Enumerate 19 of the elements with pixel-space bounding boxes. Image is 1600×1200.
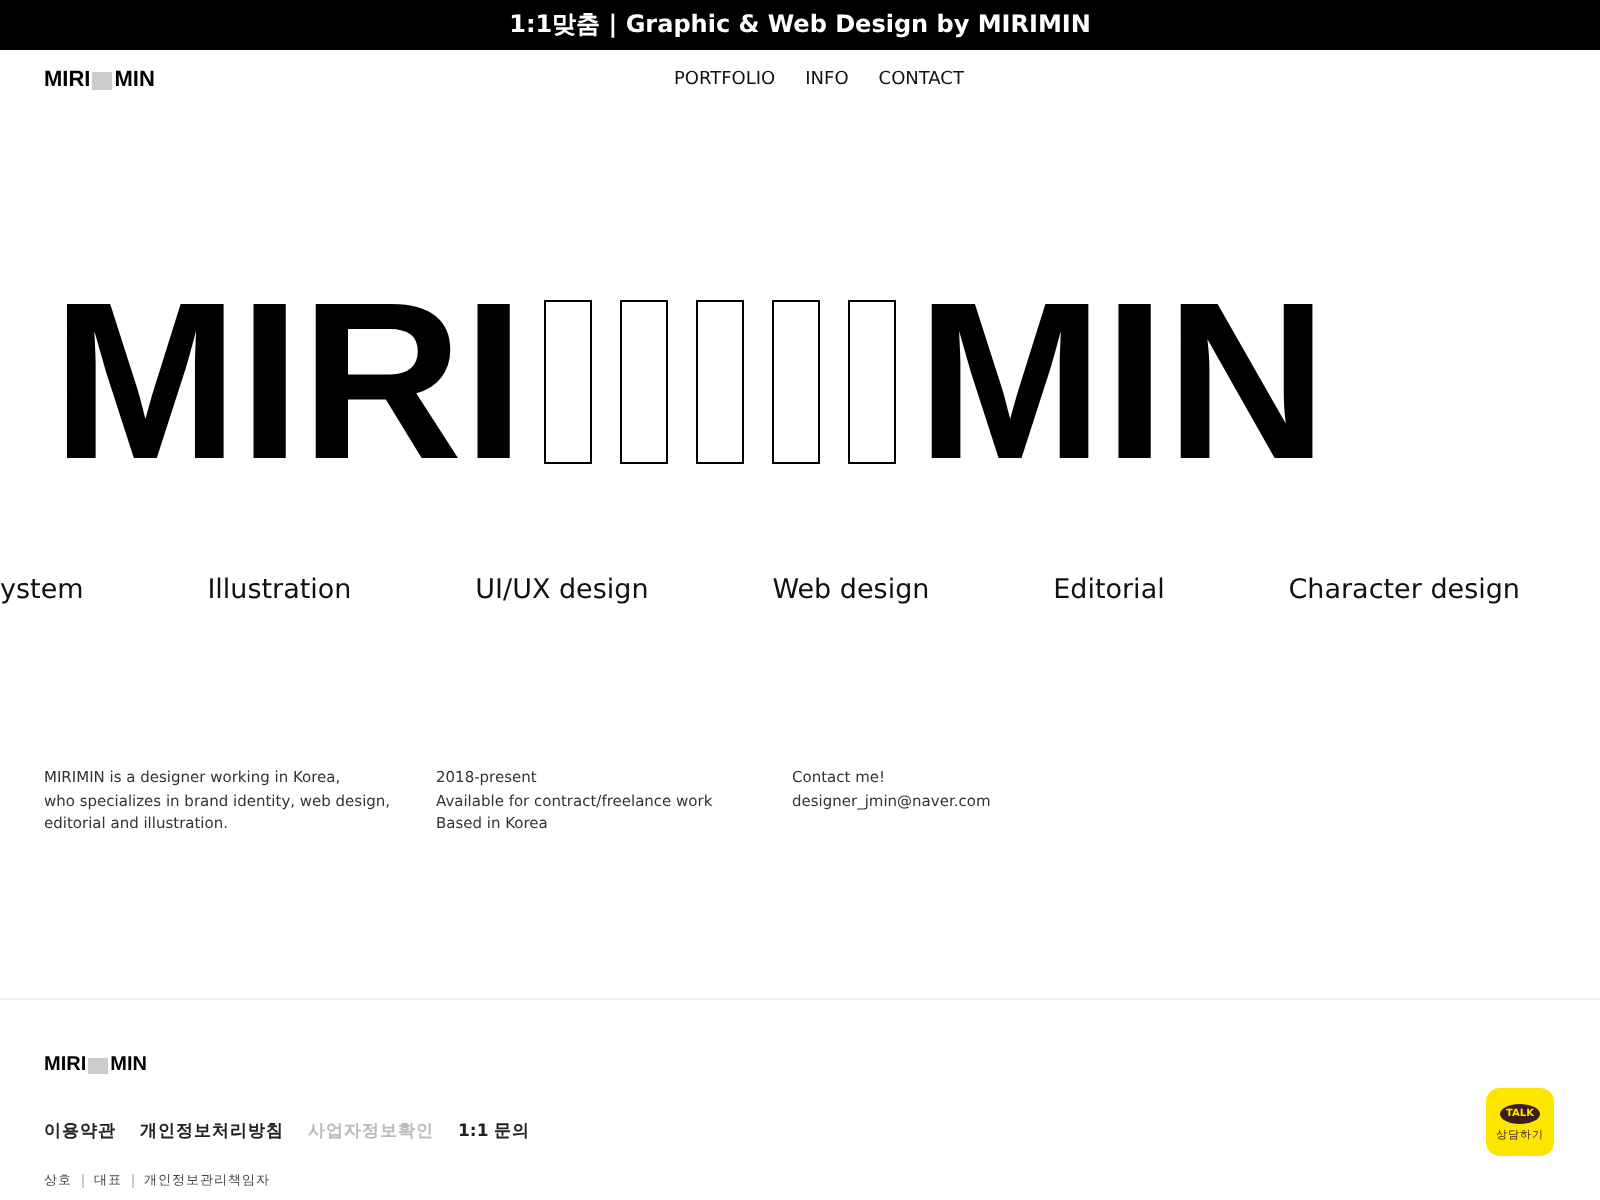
service-label: Character design bbox=[1288, 574, 1520, 606]
nav-link[interactable]: CONTACT bbox=[878, 70, 964, 90]
logo-text: MIN bbox=[110, 1056, 147, 1076]
service-label: Illustration bbox=[207, 574, 352, 606]
service-label: ystem bbox=[0, 574, 84, 606]
logo-text: MIRI bbox=[44, 69, 91, 91]
logo-text: MIN bbox=[916, 270, 1328, 494]
nav-link[interactable]: INFO bbox=[805, 70, 849, 90]
logo-text: MIN bbox=[114, 69, 155, 91]
footer-link[interactable]: 이용약관 bbox=[44, 1120, 116, 1144]
logo-text: MIRI bbox=[52, 270, 525, 494]
top-banner: 1:1맞춤 | Graphic & Web Design by MIRIMIN bbox=[0, 0, 1600, 50]
service-label: Web design bbox=[772, 574, 930, 606]
service-label: Editorial bbox=[1053, 574, 1165, 606]
service-label: UI/UX design bbox=[475, 574, 649, 606]
logo-text: MIRI bbox=[44, 1056, 87, 1076]
footer-link[interactable]: 개인정보처리방침 bbox=[140, 1120, 284, 1144]
footer-link[interactable]: 1:1 문의 bbox=[458, 1120, 531, 1144]
nav-link[interactable]: PORTFOLIO bbox=[674, 70, 776, 90]
